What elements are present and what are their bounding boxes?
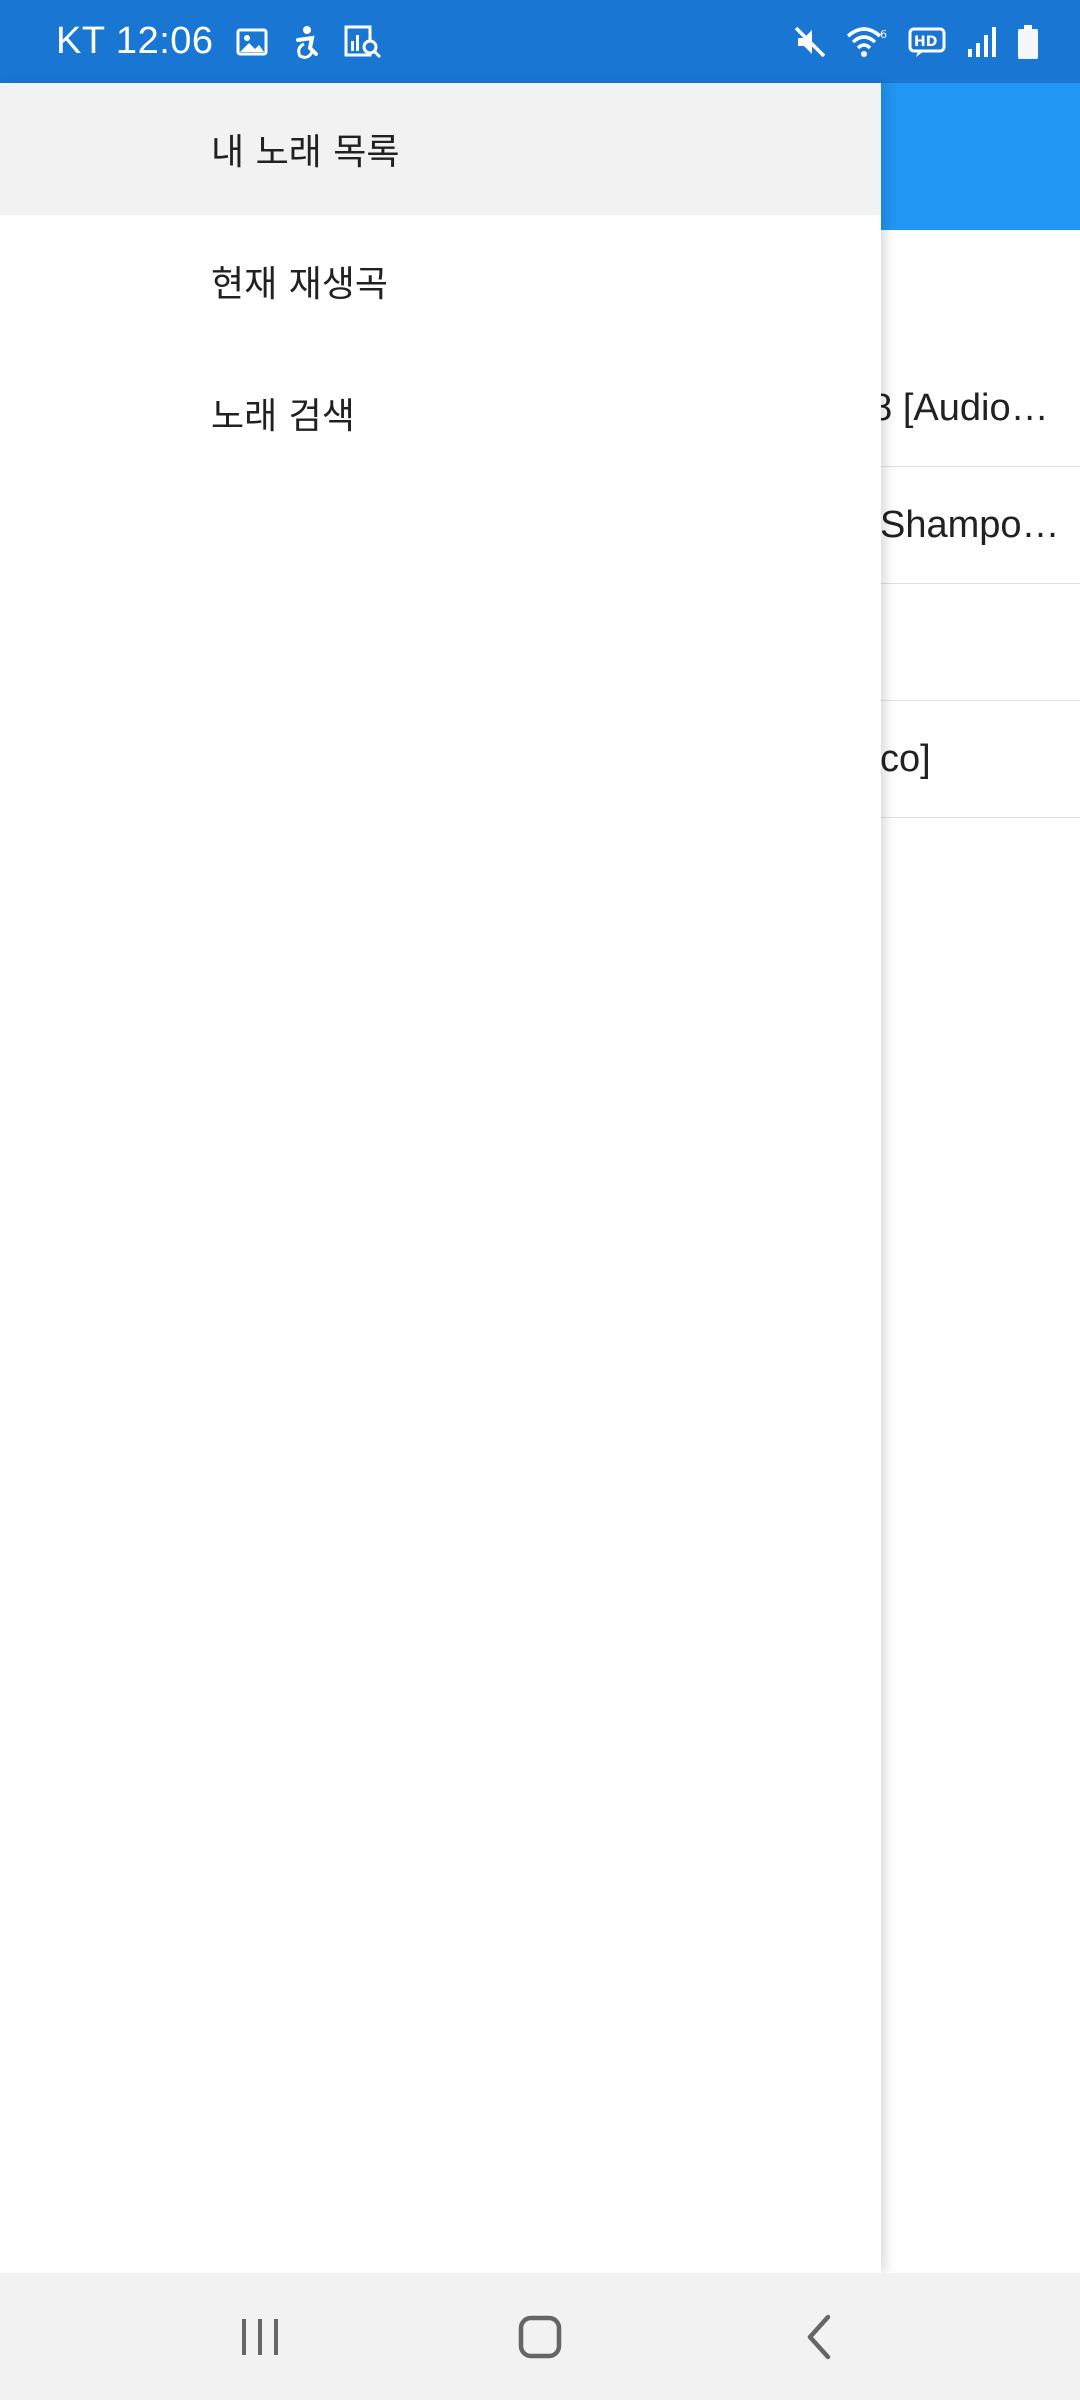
battery-icon [1016,20,1040,64]
hd-voice-icon: HD [908,20,948,64]
drawer-item-now-playing[interactable]: 현재 재생곡 [0,215,881,347]
back-button[interactable] [760,2292,880,2382]
drawer-item-label: 현재 재생곡 [211,264,389,305]
system-nav-bar [0,2273,1080,2400]
drawer-item-my-songs[interactable]: 내 노래 목록 [0,83,881,215]
wifi-6-icon: 6 [846,20,890,64]
screen: KT 12:06 6 HD 78 [Audio… Shampo… co] 내 노… [0,0,1080,2400]
drawer-scrim[interactable] [881,230,1080,2273]
svg-text:6: 6 [880,28,887,41]
home-icon [518,2315,562,2358]
image-icon [236,20,268,64]
drawer-item-label: 노래 검색 [211,396,355,437]
data-analytics-icon [344,20,382,64]
accessibility-icon [290,20,322,64]
drawer-item-search-songs[interactable]: 노래 검색 [0,347,881,479]
status-left: KT 12:06 [56,20,382,64]
signal-icon [966,20,998,64]
status-bar: KT 12:06 6 HD [0,0,1080,83]
carrier-time: KT 12:06 [56,20,214,62]
recent-apps-button[interactable] [200,2292,320,2382]
recent-apps-icon [242,2318,278,2355]
back-icon [807,2314,831,2359]
drawer-item-label: 내 노래 목록 [211,132,400,173]
mute-icon [792,20,828,64]
svg-text:HD: HD [914,34,937,50]
navigation-drawer: 내 노래 목록 현재 재생곡 노래 검색 [0,83,881,2273]
home-button[interactable] [480,2292,600,2382]
status-right: 6 HD [792,20,1040,64]
